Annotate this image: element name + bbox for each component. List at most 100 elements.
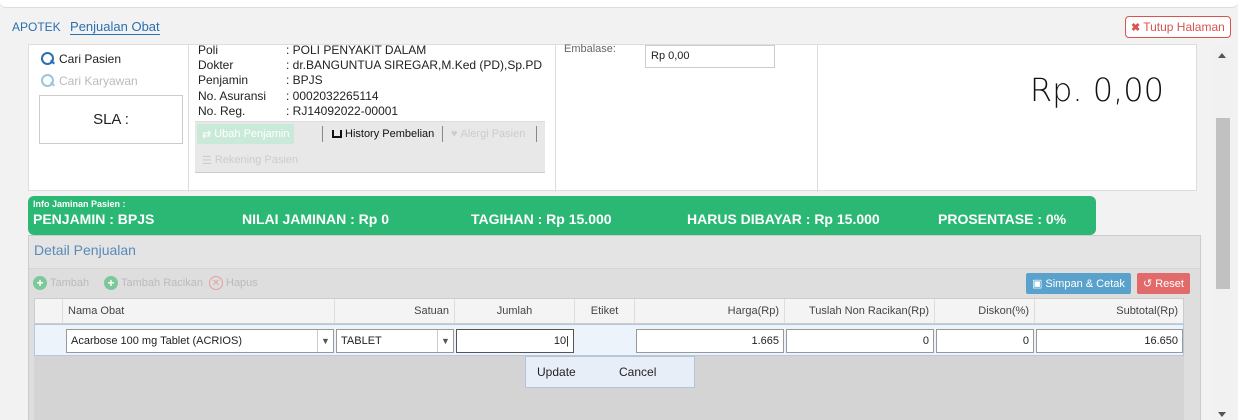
reset-button[interactable]: ↺ Reset: [1137, 273, 1190, 294]
ubah-penjamin-label: Ubah Penjamin: [214, 128, 290, 140]
detail-toolbar: + Tambah + Tambah Racikan ✕ Hapus ▣ Simp…: [29, 270, 1200, 298]
col-tuslah[interactable]: Tuslah Non Racikan(Rp): [785, 299, 935, 323]
close-page-label: Tutup Halaman: [1143, 20, 1225, 34]
delete-icon: ✕: [209, 276, 223, 290]
plus-icon: +: [33, 276, 47, 290]
col-nama-obat[interactable]: Nama Obat: [63, 299, 335, 323]
swap-icon: ⇄: [202, 128, 212, 141]
plus-icon: +: [104, 276, 118, 290]
text-cursor: |: [566, 335, 569, 347]
nama-obat-value: Acarbose 100 mg Tablet (ACRIOS): [71, 335, 242, 347]
info-row-asuransi: No. Asuransi : 0002032265114: [198, 89, 379, 103]
embalase-label: Embalase:: [564, 44, 616, 55]
jumlah-value: 10: [553, 335, 567, 347]
info-row-dokter: Dokter : dr.BANGUNTUA SIREGAR,M.Ked (PD)…: [198, 58, 542, 72]
col-etiket[interactable]: Etiket: [575, 299, 635, 323]
detail-title: Detail Penjualan: [29, 236, 1200, 269]
breadcrumb-page[interactable]: Penjualan Obat: [70, 19, 160, 35]
divider: [442, 126, 443, 142]
info-key: No. Reg.: [198, 104, 246, 118]
embalase-column: Embalase: Rp 0,00: [556, 44, 818, 192]
cari-pasien-link[interactable]: Cari Pasien: [41, 52, 121, 66]
table-row[interactable]: Acarbose 100 mg Tablet (ACRIOS) ▼ TABLET…: [34, 324, 1184, 356]
divider: [536, 126, 537, 142]
tambah-racikan-label: Tambah Racikan: [121, 277, 203, 289]
patient-panel: Cari Pasien Cari Karyawan SLA : Poli : P…: [28, 44, 1197, 192]
alergi-pasien-button[interactable]: ♥ Alergi Pasien: [446, 124, 530, 144]
embalase-input[interactable]: Rp 0,00: [645, 45, 775, 68]
cari-pasien-label: Cari Pasien: [59, 52, 122, 66]
tambah-racikan-button[interactable]: + Tambah Racikan: [104, 276, 203, 290]
info-value: : POLI PENYAKIT DALAM: [286, 44, 427, 57]
alergi-label: Alergi Pasien: [460, 128, 526, 140]
heart-icon: ♥: [451, 128, 458, 140]
history-label: History Pembelian: [345, 128, 435, 140]
vertical-scrollbar[interactable]: [1214, 44, 1232, 420]
cart-icon: [332, 130, 342, 138]
close-icon: ✖: [1131, 21, 1141, 34]
col-diskon[interactable]: Diskon(%): [935, 299, 1035, 323]
nama-obat-select[interactable]: Acarbose 100 mg Tablet (ACRIOS) ▼: [66, 329, 334, 353]
col-satuan[interactable]: Satuan: [335, 299, 455, 323]
chevron-down-icon[interactable]: ▼: [317, 330, 333, 352]
search-icon: [41, 52, 55, 66]
hapus-label: Hapus: [226, 277, 258, 289]
col-select: [35, 299, 63, 323]
jaminan-prosentase: PROSENTASE : 0%: [938, 211, 1067, 227]
rekening-pasien-button[interactable]: ☰ Rekening Pasien: [197, 150, 303, 170]
cari-karyawan-link[interactable]: Cari Karyawan: [41, 74, 138, 88]
divider: [322, 126, 323, 142]
sla-box: SLA :: [39, 95, 183, 144]
breadcrumb: APOTEK Penjualan Obat: [12, 19, 160, 35]
subtotal-input[interactable]: 16.650: [1036, 329, 1183, 353]
jaminan-tagihan: TAGIHAN : Rp 15.000: [471, 211, 612, 227]
scroll-thumb[interactable]: [1216, 118, 1230, 289]
satuan-select[interactable]: TABLET ▼: [336, 329, 454, 353]
info-key: Dokter: [198, 58, 234, 72]
undo-icon: ↺: [1143, 278, 1153, 290]
info-value: : RJ14092022-00001: [286, 104, 399, 118]
history-pembelian-button[interactable]: History Pembelian: [327, 124, 439, 144]
info-row-poli: Poli : POLI PENYAKIT DALAM: [198, 44, 426, 57]
cari-karyawan-label: Cari Karyawan: [59, 74, 138, 88]
simpan-cetak-button[interactable]: ▣ Simpan & Cetak: [1026, 273, 1131, 294]
scroll-down-icon[interactable]: [1218, 412, 1226, 417]
chevron-down-icon[interactable]: ▼: [437, 330, 453, 352]
ubah-penjamin-button[interactable]: ⇄ Ubah Penjamin: [197, 124, 295, 144]
grid-header: Nama Obat Satuan Jumlah Etiket Harga(Rp)…: [34, 298, 1184, 324]
list-icon: ☰: [202, 154, 212, 167]
save-icon: ▣: [1032, 278, 1043, 290]
jumlah-input[interactable]: 10 |: [456, 329, 574, 353]
close-page-button[interactable]: ✖ Tutup Halaman: [1125, 16, 1231, 38]
grand-total: Rp. 0,00: [1029, 71, 1164, 109]
col-subtotal[interactable]: Subtotal(Rp): [1035, 299, 1183, 323]
satuan-value: TABLET: [341, 335, 382, 347]
jaminan-nilai: NILAI JAMINAN : Rp 0: [242, 211, 389, 227]
col-harga[interactable]: Harga(Rp): [635, 299, 785, 323]
tuslah-input[interactable]: 0: [786, 329, 934, 353]
search-column: Cari Pasien Cari Karyawan SLA :: [33, 45, 189, 192]
cancel-button[interactable]: Cancel: [619, 365, 656, 379]
hapus-button[interactable]: ✕ Hapus: [209, 276, 258, 290]
jaminan-penjamin: PENJAMIN : BPJS: [33, 211, 155, 227]
info-row-penjamin: Penjamin : BPJS: [198, 73, 323, 87]
col-jumlah[interactable]: Jumlah: [455, 299, 575, 323]
breadcrumb-app[interactable]: APOTEK: [12, 20, 61, 34]
top-bar: [0, 0, 1238, 8]
patient-action-strip: ⇄ Ubah Penjamin History Pembelian ♥ Aler…: [195, 121, 545, 173]
jaminan-banner: Info Jaminan Pasien : PENJAMIN : BPJS NI…: [28, 196, 1096, 235]
diskon-input[interactable]: 0: [936, 329, 1034, 353]
scroll-up-icon[interactable]: [1218, 53, 1226, 58]
tambah-button[interactable]: + Tambah: [33, 276, 89, 290]
rekening-label: Rekening Pasien: [214, 154, 299, 166]
info-key: Poli: [198, 44, 219, 57]
harga-input[interactable]: 1.665: [636, 329, 784, 353]
info-row-noreg: No. Reg. : RJ14092022-00001: [198, 104, 398, 118]
info-value: : BPJS: [286, 73, 323, 87]
info-value: : 0002032265114: [286, 89, 379, 103]
jaminan-harus-dibayar: HARUS DIBAYAR : Rp 15.000: [687, 211, 880, 227]
update-button[interactable]: Update: [537, 365, 576, 379]
detail-penjualan-panel: Detail Penjualan + Tambah + Tambah Racik…: [28, 235, 1201, 420]
info-key: Penjamin: [198, 73, 249, 87]
simpan-label: Simpan & Cetak: [1045, 277, 1125, 290]
